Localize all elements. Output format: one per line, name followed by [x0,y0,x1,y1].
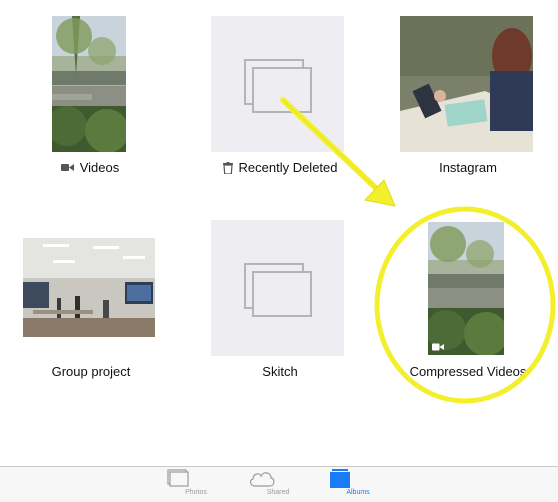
album-videos-thumbnail[interactable] [52,16,126,152]
album-compressed-videos-label: Compressed Videos [384,364,552,379]
photos-icon [166,469,226,488]
video-camera-icon [432,343,444,351]
album-recently-deleted[interactable]: Recently Deleted [195,16,365,186]
tab-photos-label: Photos [185,489,207,496]
album-instagram[interactable]: Instagram [384,16,552,186]
album-videos[interactable]: Videos [20,16,160,186]
album-group-project[interactable]: Group project [8,216,174,386]
album-videos-text: Videos [79,160,120,175]
album-group-project-thumbnail[interactable] [23,238,155,337]
tab-photos[interactable]: Photos [166,469,226,501]
album-compressed-videos-thumbnail[interactable] [428,222,504,355]
album-skitch-text: Skitch [262,364,298,379]
album-compressed-videos[interactable]: Compressed Videos [384,216,552,386]
trash-icon [222,161,233,174]
album-instagram-thumbnail[interactable] [400,16,533,152]
album-skitch-label: Skitch [195,364,365,379]
cloud-icon [248,469,308,488]
album-group-project-label: Group project [8,364,174,379]
album-skitch[interactable]: Skitch [195,216,365,386]
album-compressed-videos-text: Compressed Videos [409,364,527,379]
album-recently-deleted-label: Recently Deleted [195,160,365,177]
album-skitch-thumbnail[interactable] [211,220,344,356]
video-camera-icon [60,163,74,172]
album-group-project-text: Group project [51,364,131,379]
tab-albums-label: Albums [346,489,370,496]
tab-albums[interactable]: Albums [328,469,388,501]
album-videos-label: Videos [20,160,160,175]
album-recently-deleted-text: Recently Deleted [238,160,338,175]
album-recently-deleted-thumbnail[interactable] [211,16,344,152]
tab-bar: Photos Shared Albums [0,466,558,502]
album-instagram-label: Instagram [384,160,552,175]
tab-shared[interactable]: Shared [248,469,308,501]
album-instagram-text: Instagram [439,160,497,175]
albums-icon [328,469,388,488]
tab-shared-label: Shared [266,489,290,496]
